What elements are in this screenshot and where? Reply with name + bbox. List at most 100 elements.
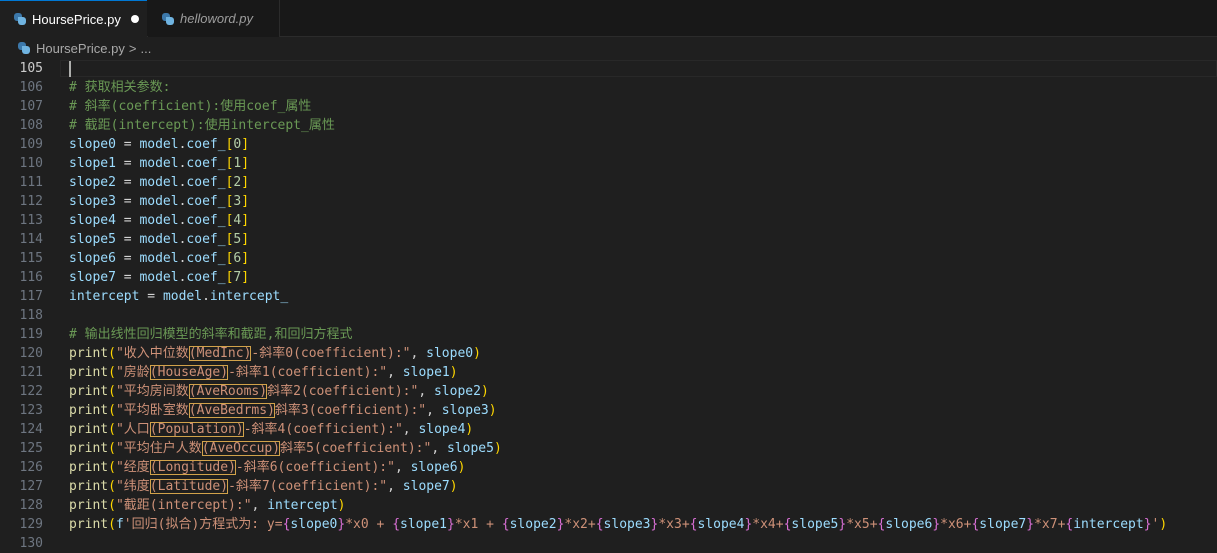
code-line[interactable]: 110 slope1 = model.coef_[1]	[0, 154, 1217, 173]
code-token: ]	[241, 270, 250, 285]
code-line[interactable]: 118	[0, 306, 1217, 325]
code-line[interactable]: 124 print("人口(Population)-斜率4(coefficient…	[0, 420, 1217, 439]
code-line[interactable]: 130	[0, 534, 1217, 553]
code-token: =	[115, 137, 140, 152]
code-text: slope4 = model.coef_[4]	[69, 211, 249, 230]
unsaved-dot-icon[interactable]	[130, 15, 139, 23]
code-token: ]	[241, 232, 250, 247]
code-token: ,	[394, 460, 411, 475]
code-token: "收入中位数	[115, 346, 189, 361]
code-line[interactable]: 128 print("截距(intercept):", intercept)	[0, 496, 1217, 515]
code-token: print	[69, 479, 109, 494]
code-line[interactable]: 120 print("收入中位数(MedInc)-斜率0(coefficient)…	[0, 344, 1217, 363]
code-text: print("纬度(Latitude)-斜率7(coefficient):", …	[69, 477, 458, 496]
code-token: "截距(intercept):"	[115, 498, 252, 513]
code-token: "房龄	[115, 365, 150, 380]
tab-helloword[interactable]: helloword.py	[148, 0, 280, 37]
code-text: # 截距(intercept):使用intercept_属性	[69, 116, 335, 135]
code-token: print	[69, 517, 109, 532]
code-token: print	[69, 403, 109, 418]
line-number: 128	[19, 498, 43, 513]
chevron-right-icon: >	[128, 40, 137, 56]
tab-hourseprice[interactable]: HoursePrice.py	[0, 0, 147, 37]
code-line[interactable]: 107 # 斜率(coefficient):使用coef_属性	[0, 97, 1217, 116]
code-token: *x3+	[658, 517, 690, 532]
code-token: )	[449, 365, 458, 380]
code-line[interactable]: 113 slope4 = model.coef_[4]	[0, 211, 1217, 230]
code-token: print	[69, 441, 109, 456]
line-number: 105	[19, 61, 43, 76]
code-line[interactable]: 125 print("平均住户人数(AveOccup)斜率5(coefficien…	[0, 439, 1217, 458]
code-token: (	[108, 498, 116, 513]
code-text: slope6 = model.coef_[6]	[69, 249, 249, 268]
code-token: *x4+	[752, 517, 784, 532]
code-token: model	[139, 137, 179, 152]
tab-label: helloword.py	[180, 11, 253, 26]
code-text: print("经度(Longitude)-斜率6(coefficient):",…	[69, 458, 465, 477]
code-line[interactable]: 123 print("平均卧室数(AveBedrms)斜率3(coefficien…	[0, 401, 1217, 420]
code-token: slope7	[402, 479, 450, 494]
code-line[interactable]: 126 print("经度(Longitude)-斜率6(coefficient)…	[0, 458, 1217, 477]
code-line[interactable]: 109 slope0 = model.coef_[0]	[0, 135, 1217, 154]
code-token: slope4	[697, 517, 745, 532]
line-number: 123	[19, 403, 43, 418]
code-line[interactable]: 108 # 截距(intercept):使用intercept_属性	[0, 116, 1217, 135]
code-token: slope1	[402, 365, 450, 380]
code-token: )	[473, 346, 481, 361]
code-token: ,	[387, 479, 403, 494]
code-token: slope3	[69, 194, 116, 209]
code-token: )	[449, 479, 458, 494]
code-line[interactable]: 112 slope3 = model.coef_[3]	[0, 192, 1217, 211]
code-editor[interactable]: 105 106 # 获取相关参数: 107 # 斜率(coefficient):使用co…	[0, 59, 1217, 552]
code-line[interactable]: 114 slope5 = model.coef_[5]	[0, 230, 1217, 249]
breadcrumb-file[interactable]: HoursePrice.py	[36, 41, 125, 56]
code-token: intercept	[267, 498, 338, 513]
code-token: {	[501, 517, 510, 532]
line-number: 130	[19, 536, 43, 551]
code-token: (AveOccup)	[201, 441, 281, 456]
code-line[interactable]: 119 # 输出线性回归模型的斜率和截距,和回归方程式	[0, 325, 1217, 344]
code-text: print("收入中位数(MedInc)-斜率0(coefficient):",…	[69, 344, 481, 363]
code-token: (MedInc)	[188, 346, 252, 361]
code-token: -斜率6(coefficient):"	[235, 460, 395, 475]
code-line[interactable]: 116 slope7 = model.coef_[7]	[0, 268, 1217, 287]
line-number: 115	[19, 251, 43, 266]
python-file-icon	[14, 13, 26, 25]
line-number: 127	[19, 479, 43, 494]
code-token: model	[139, 251, 179, 266]
code-text	[69, 59, 71, 78]
code-token: )	[488, 403, 497, 418]
code-token: print	[69, 346, 109, 361]
code-token: "人口	[115, 422, 150, 437]
code-token: "平均卧室数	[115, 403, 189, 418]
code-token: model	[139, 232, 179, 247]
code-token: slope2	[69, 175, 116, 190]
code-token: slope6	[410, 460, 458, 475]
tab-label: HoursePrice.py	[32, 11, 121, 27]
code-token: (Latitude)	[149, 479, 229, 494]
code-line[interactable]: 106 # 获取相关参数:	[0, 78, 1217, 97]
code-token: "平均房间数	[115, 384, 189, 399]
code-line[interactable]: 105	[0, 59, 1217, 78]
code-token: slope2	[433, 384, 481, 399]
code-token: (Longitude)	[149, 460, 236, 475]
code-token: print	[69, 498, 109, 513]
code-text: print("平均住户人数(AveOccup)斜率5(coefficient):…	[69, 439, 502, 458]
code-line[interactable]: 127 print("纬度(Latitude)-斜率7(coefficient):…	[0, 477, 1217, 496]
code-token: model	[139, 175, 179, 190]
code-line[interactable]: 111 slope2 = model.coef_[2]	[0, 173, 1217, 192]
code-line[interactable]: 115 slope6 = model.coef_[6]	[0, 249, 1217, 268]
code-token: slope3	[441, 403, 489, 418]
code-token: slope4	[418, 422, 466, 437]
code-token: =	[115, 194, 140, 209]
code-line[interactable]: 117 intercept = model.intercept_	[0, 287, 1217, 306]
code-token: (AveBedrms)	[188, 403, 275, 418]
code-token: -斜率4(coefficient):"	[243, 422, 403, 437]
code-line[interactable]: 122 print("平均房间数(AveRooms)斜率2(coefficient…	[0, 382, 1217, 401]
breadcrumb-more[interactable]: ...	[140, 41, 151, 56]
code-line[interactable]: 129 print(f'回归(拟合)方程式为: y= {slope0} *x0 + {…	[0, 515, 1217, 534]
code-token: }	[1026, 517, 1035, 532]
line-number: 109	[19, 137, 43, 152]
code-line[interactable]: 121 print("房龄(HouseAge)-斜率1(coefficient):…	[0, 363, 1217, 382]
code-token: }	[446, 517, 455, 532]
